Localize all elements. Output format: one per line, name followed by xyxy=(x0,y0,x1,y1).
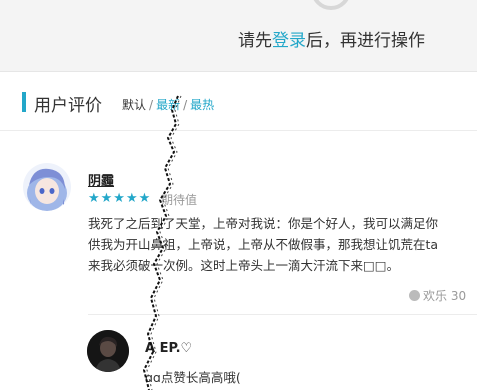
comment-username[interactable]: A EP.♡ xyxy=(145,341,192,356)
comment-line: ɑɑ点赞长高高哦( xyxy=(145,370,241,385)
rating-stars-icon: ★★★★★ xyxy=(88,191,152,206)
avatar[interactable] xyxy=(87,330,129,372)
login-prompt-suffix: 后，再进行操作 xyxy=(306,31,425,51)
comment-username[interactable]: 阴霾 xyxy=(88,170,114,189)
login-prompt-prefix: 请先 xyxy=(238,31,272,51)
section-divider xyxy=(0,130,477,131)
smile-icon xyxy=(409,290,420,301)
page: 请先登录后，再进行操作 用户评价 默认 / 最新 / 最热 阴霾 ★★★★★ 期待值 我… xyxy=(0,0,477,390)
section-title: 用户评价 xyxy=(34,96,102,116)
comment-line: 供我为开山鼻祖，上帝说，上帝从不做假事，那我想让饥荒在ta xyxy=(88,237,439,252)
sort-tabs: 默认 / 最新 / 最热 xyxy=(122,96,214,113)
like-count: 30 xyxy=(450,289,467,303)
sort-separator: / xyxy=(183,98,188,112)
loading-spinner-icon xyxy=(311,0,351,10)
sort-separator: / xyxy=(149,98,154,112)
login-prompt: 请先登录后，再进行操作 xyxy=(238,26,425,51)
like-label: 欢乐 xyxy=(423,289,448,303)
sort-tab-default[interactable]: 默认 xyxy=(122,98,146,112)
comment-line: 来我必须破一次例。这时上帝头上一滴大汗流下来□□。 xyxy=(88,258,400,273)
comment-line: 我死了之后到了天堂，上帝对我说：你是个好人，我可以满足你 xyxy=(88,216,439,231)
like-button[interactable]: 欢乐 30 xyxy=(409,287,466,304)
login-link[interactable]: 登录 xyxy=(272,31,306,51)
avatar-image xyxy=(87,330,129,372)
sort-tab-hottest[interactable]: 最热 xyxy=(190,98,214,112)
sort-tab-newest[interactable]: 最新 xyxy=(156,98,180,112)
login-banner: 请先登录后，再进行操作 xyxy=(0,0,477,72)
avatar-image xyxy=(23,163,71,211)
rating-label: 期待值 xyxy=(161,193,198,207)
avatar[interactable] xyxy=(23,163,71,211)
section-accent-bar xyxy=(22,92,26,112)
comment-divider xyxy=(88,314,477,315)
